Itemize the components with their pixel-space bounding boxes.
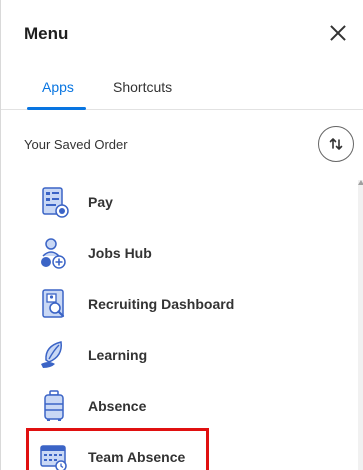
highlight-box [26,428,209,470]
active-tab-indicator [27,107,86,110]
app-label-recruiting-dashboard: Recruiting Dashboard [88,296,235,312]
menu-panel: Menu Apps Shortcuts Your Saved Order Pay [0,0,363,470]
app-item-learning[interactable]: Learning [29,333,349,377]
menu-tabs: Apps Shortcuts [1,66,363,110]
app-label-absence: Absence [88,398,147,414]
app-item-pay[interactable]: Pay [29,180,349,224]
tab-shortcuts[interactable]: Shortcuts [113,79,172,95]
pay-icon [42,187,69,218]
scrollbar[interactable] [358,180,363,470]
sort-order-button[interactable] [318,126,354,162]
app-item-jobs-hub[interactable]: Jobs Hub [29,231,349,275]
app-item-absence[interactable]: Absence [29,384,349,428]
learning-icon [41,341,62,368]
menu-title: Menu [24,24,69,43]
sort-arrows-icon [329,138,343,150]
app-label-learning: Learning [88,347,148,363]
saved-order-label: Your Saved Order [24,137,128,152]
app-item-recruiting-dashboard[interactable]: Recruiting Dashboard [29,282,349,326]
tab-apps[interactable]: Apps [42,79,74,95]
scroll-up-arrow-icon[interactable] [358,180,363,185]
recruiting-dashboard-icon [42,289,65,318]
close-icon[interactable] [327,22,349,44]
app-label-jobs-hub: Jobs Hub [88,245,152,261]
menu-header: Menu [1,0,363,66]
jobs-hub-icon [41,238,66,269]
app-label-pay: Pay [88,194,113,210]
absence-icon [44,390,64,421]
